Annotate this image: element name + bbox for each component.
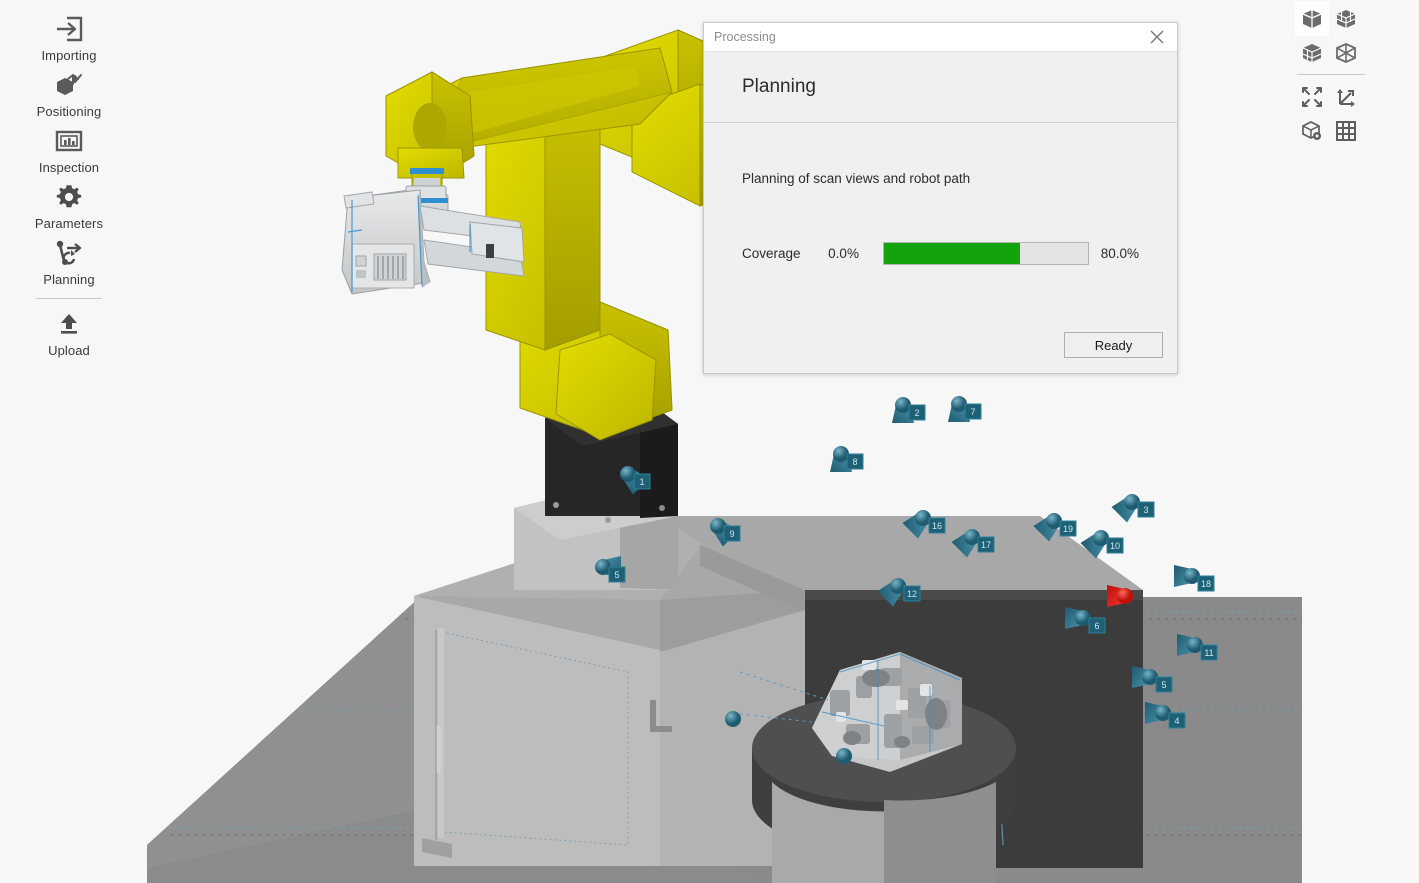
sidebar-item-label: Planning	[43, 272, 95, 287]
svg-text:10: 10	[1110, 541, 1120, 551]
scan-view-marker[interactable]: 7	[944, 391, 990, 435]
dialog-footer: Ready	[704, 317, 1177, 373]
path-plan-icon	[53, 236, 85, 270]
view-cube-group	[1295, 2, 1367, 70]
svg-text:18: 18	[1201, 579, 1211, 589]
sidebar-item-inspection[interactable]: Inspection	[0, 124, 138, 180]
scan-view-marker[interactable]: 6	[1065, 605, 1114, 649]
scan-view-marker[interactable]	[829, 743, 875, 787]
scan-view-marker[interactable]: 10	[1080, 525, 1132, 569]
view-tools-group	[1295, 80, 1367, 148]
sidebar-item-label: Inspection	[38, 160, 100, 175]
zoom-fit-icon[interactable]	[1295, 80, 1329, 114]
dialog-header: Planning	[704, 52, 1177, 123]
ready-button[interactable]: Ready	[1064, 332, 1163, 358]
coverage-progress-bar[interactable]	[882, 242, 1089, 265]
dialog-body: Planning of scan views and robot path Co…	[704, 123, 1177, 317]
scan-view-marker[interactable]: 2	[888, 392, 934, 436]
dialog-window-title: Processing	[714, 30, 776, 44]
close-icon[interactable]	[1145, 26, 1169, 48]
scan-view-marker[interactable]: 8	[826, 441, 872, 485]
scan-view-marker[interactable]: 5	[1132, 664, 1181, 708]
import-arrow-icon	[54, 12, 84, 46]
dialog-heading: Planning	[742, 76, 816, 97]
sidebar-item-importing[interactable]: Importing	[0, 12, 138, 68]
svg-text:3: 3	[1143, 505, 1148, 515]
scan-view-marker[interactable]: 12	[877, 573, 929, 617]
svg-text:17: 17	[981, 540, 991, 550]
sidebar-item-label: Importing	[41, 48, 97, 63]
svg-text:19: 19	[1063, 524, 1073, 534]
coverage-progress-row: Coverage 0.0% 80.0%	[742, 242, 1139, 265]
svg-text:8: 8	[852, 457, 857, 467]
cube-axes-icon	[53, 68, 85, 102]
svg-text:5: 5	[1161, 680, 1166, 690]
svg-text:2: 2	[914, 408, 919, 418]
sidebar-item-positioning[interactable]: Positioning	[0, 68, 138, 124]
scan-view-marker[interactable]: 5	[588, 554, 634, 598]
svg-text:9: 9	[729, 529, 734, 539]
progress-label: Coverage	[742, 246, 801, 261]
view-orientation-toolbar	[1295, 2, 1367, 148]
view-cube-iso-front-icon[interactable]	[1295, 2, 1329, 36]
svg-text:11: 11	[1204, 648, 1213, 658]
progress-fill	[883, 243, 1021, 264]
scan-view-marker[interactable]: 1	[613, 461, 659, 505]
sidebar-divider	[36, 298, 102, 299]
progress-max-value: 80.0%	[1100, 246, 1139, 261]
gear-icon	[55, 180, 83, 214]
svg-text:6: 6	[1094, 621, 1099, 631]
sidebar-item-planning[interactable]: Planning	[0, 236, 138, 292]
cube-settings-icon[interactable]	[1295, 114, 1329, 148]
sidebar-item-label: Parameters	[34, 216, 104, 231]
upload-arrow-icon	[55, 307, 83, 341]
chart-frame-icon	[54, 124, 84, 158]
view-cube-iso-bottom-icon[interactable]	[1295, 36, 1329, 70]
svg-text:16: 16	[932, 521, 942, 531]
svg-text:1: 1	[639, 477, 644, 487]
sidebar-item-label: Upload	[48, 343, 90, 358]
scan-view-marker[interactable]: 19	[1033, 508, 1085, 552]
coordinate-axes-icon[interactable]	[1329, 80, 1363, 114]
processing-dialog: Processing Planning Planning of scan vie…	[703, 22, 1178, 374]
sidebar-item-label: Positioning	[36, 104, 102, 119]
sidebar-item-upload[interactable]: Upload	[0, 307, 138, 363]
progress-min-value: 0.0%	[828, 246, 859, 261]
grid-icon[interactable]	[1329, 114, 1363, 148]
svg-text:5: 5	[614, 570, 619, 580]
scan-view-marker[interactable]: 11	[1177, 632, 1226, 676]
svg-text:4: 4	[1174, 716, 1179, 726]
left-sidebar-navigation: Importing Positioning Inspection Paramet…	[0, 0, 138, 883]
application-root: Importing Positioning Inspection Paramet…	[0, 0, 1419, 883]
scan-view-marker[interactable]	[1107, 583, 1156, 627]
toolbar-divider	[1297, 74, 1365, 75]
scan-view-marker[interactable]: 18	[1174, 563, 1223, 607]
dialog-message: Planning of scan views and robot path	[742, 171, 971, 186]
scan-view-marker[interactable]: 17	[951, 524, 1003, 568]
svg-text:7: 7	[970, 407, 975, 417]
scan-view-marker[interactable]: 9	[703, 513, 749, 557]
view-cube-iso-top-icon[interactable]	[1329, 2, 1363, 36]
scan-view-marker[interactable]: 16	[902, 505, 954, 549]
dialog-titlebar[interactable]: Processing	[704, 23, 1177, 52]
svg-text:12: 12	[907, 589, 917, 599]
sidebar-item-parameters[interactable]: Parameters	[0, 180, 138, 236]
view-cube-isometric-icon[interactable]	[1329, 36, 1363, 70]
scan-view-marker[interactable]	[718, 706, 764, 750]
